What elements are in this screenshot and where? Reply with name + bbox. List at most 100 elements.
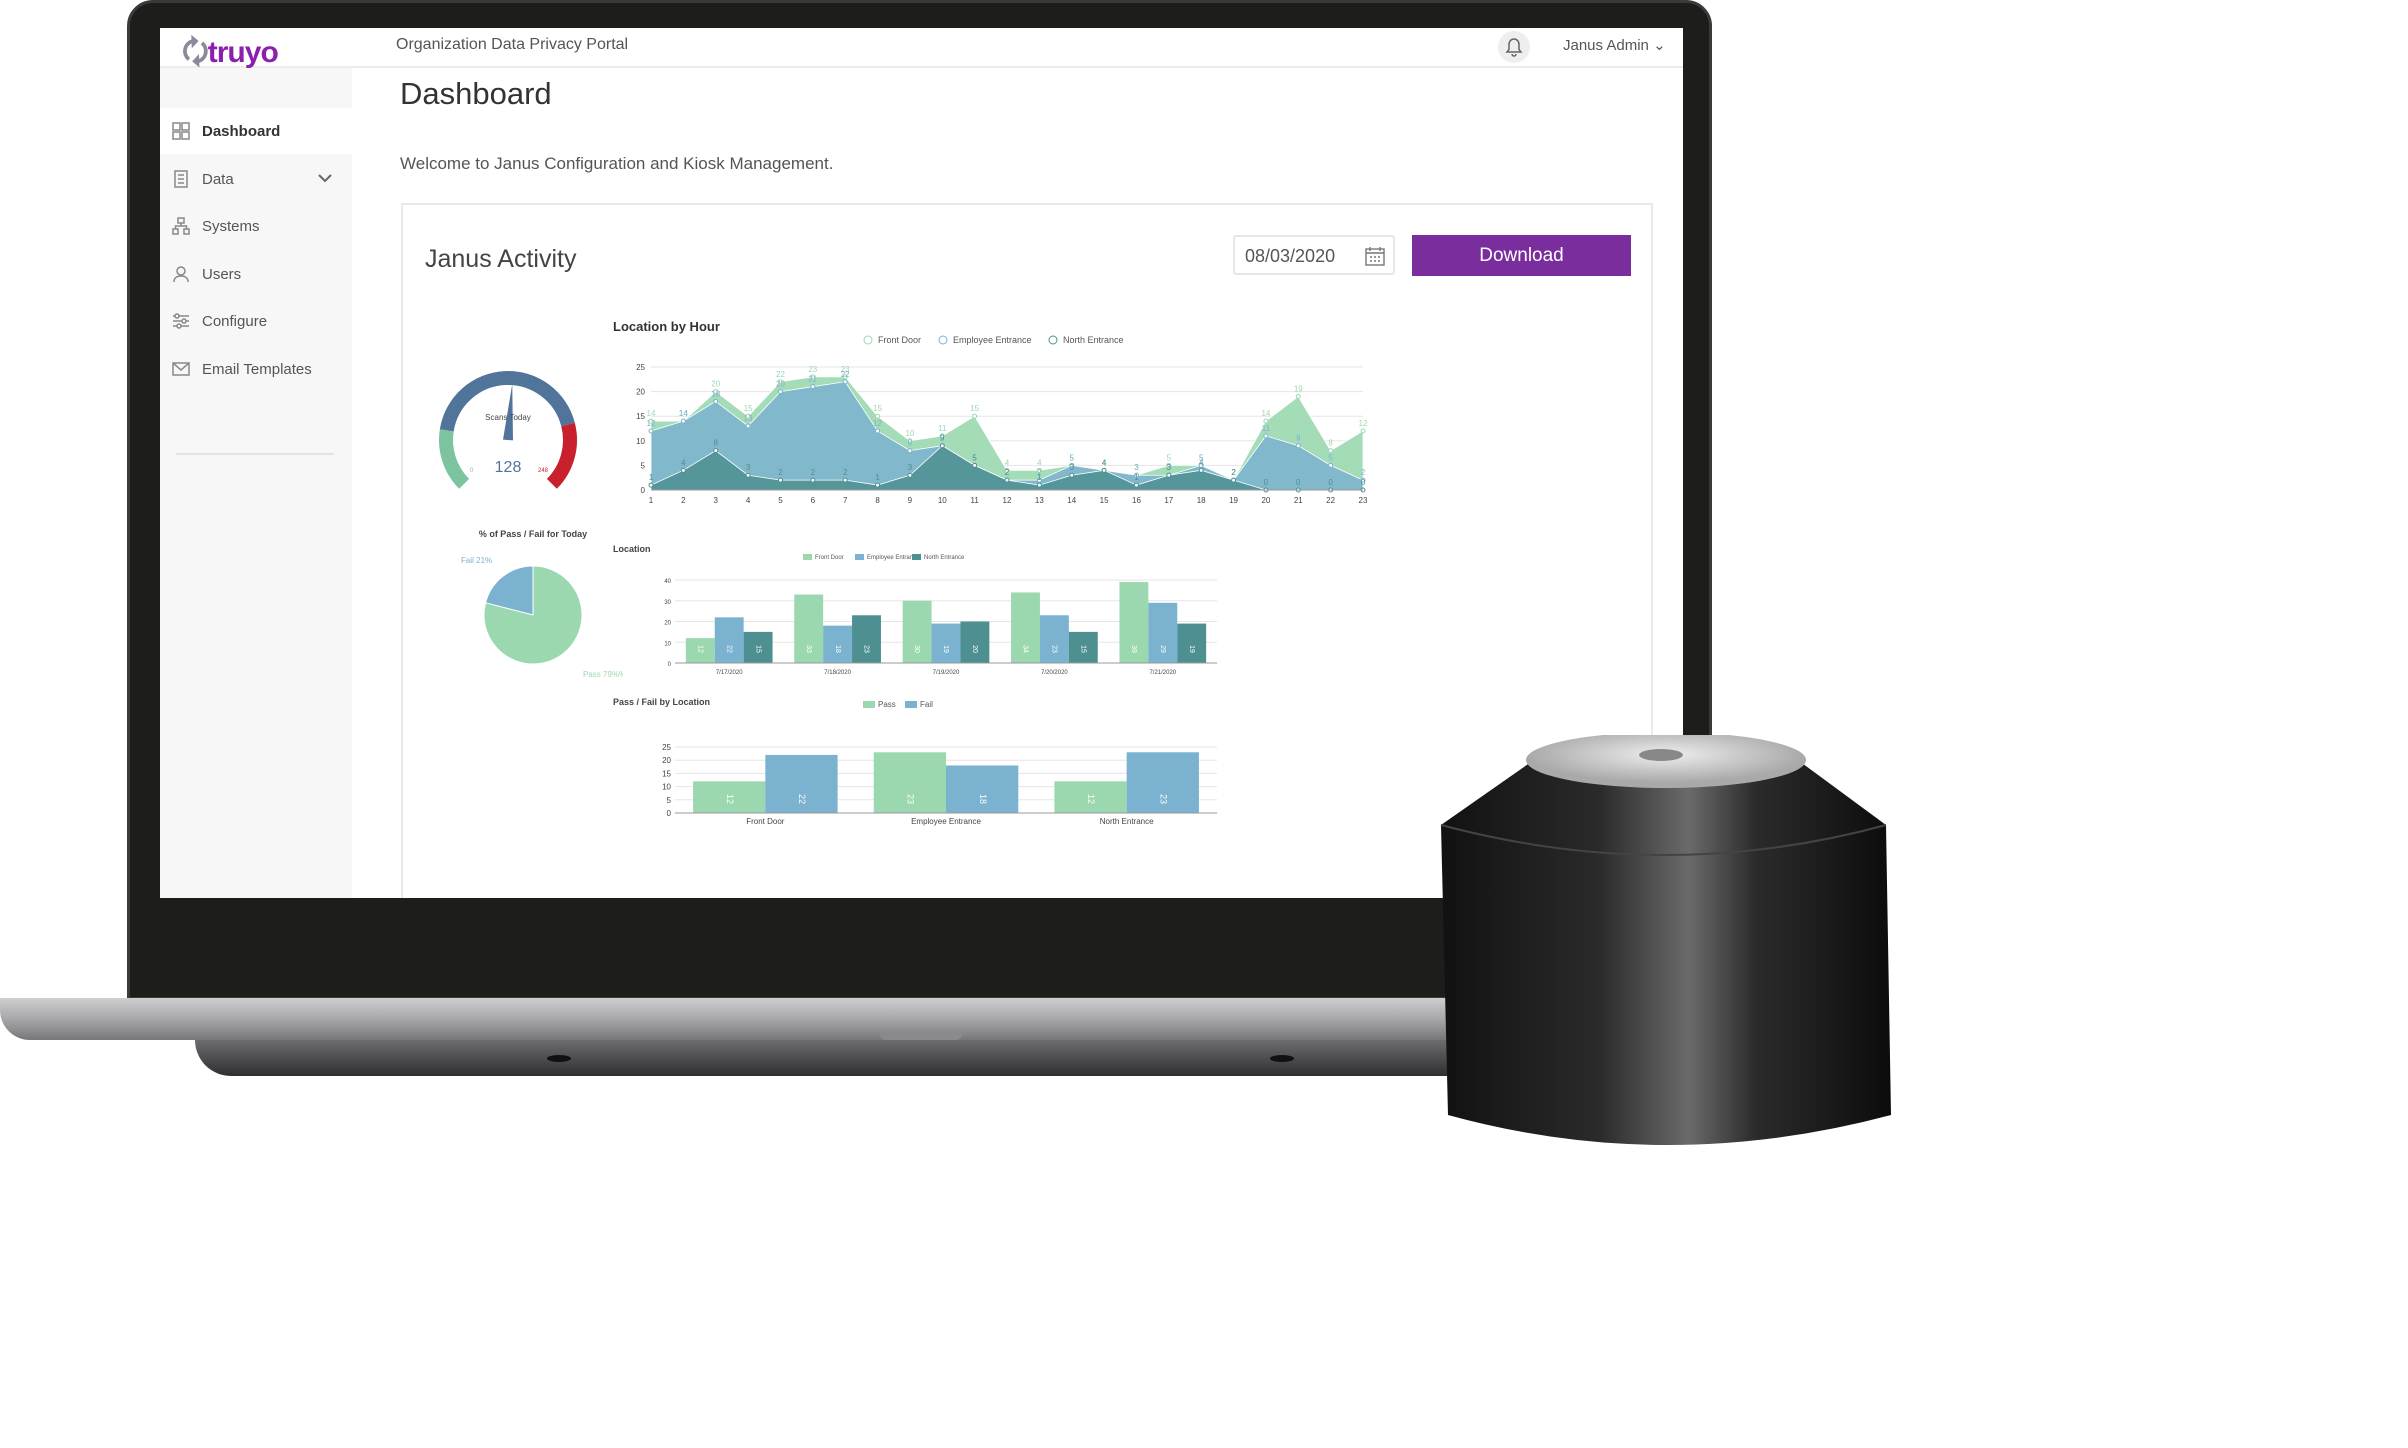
y-tick-label: 0 xyxy=(667,809,672,818)
x-tick-label: 7/17/2020 xyxy=(716,670,743,676)
bar-value-label: 19 xyxy=(1188,645,1195,653)
grid-icon xyxy=(172,122,190,140)
bar xyxy=(1039,615,1069,663)
y-tick-label: 5 xyxy=(667,796,672,805)
x-tick-label: 11 xyxy=(970,496,979,505)
laptop-foot xyxy=(1270,1055,1294,1062)
data-label: 2 xyxy=(778,468,783,477)
x-tick-label: 7 xyxy=(843,496,848,505)
data-point xyxy=(1263,418,1269,424)
data-label: 14 xyxy=(1261,409,1270,418)
data-label: 22 xyxy=(841,370,850,379)
bar-value-label: 22 xyxy=(797,794,807,804)
location-by-hour-chart: Location by Hour Front Door Employee Entra… xyxy=(613,319,1368,505)
date-value: 08/03/2020 xyxy=(1245,246,1336,266)
data-label: 3 xyxy=(746,463,751,472)
data-label: 4 xyxy=(1199,458,1204,467)
bar xyxy=(714,617,744,663)
bell-icon[interactable] xyxy=(1498,31,1530,63)
chart-title: Location xyxy=(613,544,651,554)
x-tick-label: North Entrance xyxy=(1100,817,1154,826)
x-tick-label: 2 xyxy=(681,496,686,505)
legend-label: Front Door xyxy=(815,555,844,561)
data-point xyxy=(1166,472,1172,478)
data-point xyxy=(939,443,945,449)
sidebar-item-systems[interactable]: Systems xyxy=(160,203,352,249)
data-point xyxy=(1328,448,1334,454)
x-tick-label: 12 xyxy=(1003,496,1012,505)
data-label: 0 xyxy=(1264,478,1269,487)
data-point xyxy=(1101,467,1107,473)
data-point xyxy=(810,477,816,483)
data-point xyxy=(648,428,654,434)
data-label: 15 xyxy=(970,404,979,413)
legend-marker xyxy=(863,335,873,345)
x-tick-label: 15 xyxy=(1100,496,1109,505)
chevron-down-icon[interactable] xyxy=(318,170,332,187)
legend-label: Fail xyxy=(920,700,933,709)
legend-marker xyxy=(938,335,948,345)
sidebar-item-data[interactable]: Data xyxy=(160,156,352,202)
data-label: 2 xyxy=(811,468,816,477)
x-tick-label: Employee Entrance xyxy=(911,817,981,826)
sidebar-item-configure[interactable]: Configure xyxy=(160,298,352,344)
y-tick-label: 15 xyxy=(662,769,671,778)
bar xyxy=(765,754,838,813)
data-label: 11 xyxy=(938,424,947,433)
legend-swatch xyxy=(905,701,917,708)
sidebar-item-email-templates[interactable]: Email Templates xyxy=(160,346,352,392)
data-point xyxy=(713,448,719,454)
legend-label: Employee Entrance xyxy=(953,335,1032,345)
date-input[interactable]: 08/03/2020 xyxy=(1233,235,1395,275)
sidebar-item-users[interactable]: Users xyxy=(160,251,352,297)
data-label: 1 xyxy=(1134,473,1139,482)
data-point xyxy=(972,413,978,419)
y-tick-label: 0 xyxy=(641,486,646,495)
data-label: 0 xyxy=(1361,478,1366,487)
data-point xyxy=(680,418,686,424)
data-point xyxy=(1004,477,1010,483)
x-tick-label: 10 xyxy=(938,496,947,505)
y-tick-label: 0 xyxy=(668,662,672,668)
page-title: Dashboard xyxy=(400,76,552,111)
data-label: 8 xyxy=(714,439,719,448)
x-tick-label: 4 xyxy=(746,496,751,505)
x-tick-label: 3 xyxy=(714,496,719,505)
document-icon xyxy=(172,170,190,188)
data-label: 15 xyxy=(873,404,882,413)
sidebar-item-label: Email Templates xyxy=(202,360,312,378)
data-label: 3 xyxy=(908,463,913,472)
pie-label-fail: Fail 21% xyxy=(461,556,492,565)
calendar-icon[interactable] xyxy=(1365,246,1385,271)
data-label: 0 xyxy=(1328,478,1333,487)
y-tick-label: 25 xyxy=(662,743,671,752)
legend-swatch xyxy=(863,701,875,708)
data-point xyxy=(648,482,654,488)
data-point xyxy=(1069,472,1075,478)
data-label: 1 xyxy=(649,473,654,482)
y-tick-label: 20 xyxy=(636,388,645,397)
download-button[interactable]: Download xyxy=(1412,235,1631,276)
chart-title: Location by Hour xyxy=(613,319,720,334)
data-label: 0 xyxy=(1296,478,1301,487)
top-bar: 🗘truyo Organization Data Privacy Portal … xyxy=(160,28,1683,69)
x-tick-label: 7/18/2020 xyxy=(824,670,851,676)
x-tick-label: 19 xyxy=(1229,496,1238,505)
data-point xyxy=(907,448,913,454)
x-tick-label: 5 xyxy=(778,496,783,505)
data-label: 1 xyxy=(1037,473,1042,482)
x-tick-label: 1 xyxy=(649,496,654,505)
data-point xyxy=(1328,462,1334,468)
data-point xyxy=(1263,433,1269,439)
bar-value-label: 15 xyxy=(754,645,761,653)
data-label: 5 xyxy=(1328,453,1333,462)
gauge-band-low xyxy=(439,429,470,489)
sidebar-item-label: Users xyxy=(202,265,242,283)
user-menu[interactable]: Janus Admin ⌄ xyxy=(1563,36,1666,54)
laptop-bottom xyxy=(195,1040,1495,1076)
pass-fail-pie-chart: % of Pass / Fail for TodayFail 21%Pass 7… xyxy=(461,529,623,679)
data-label: 15 xyxy=(744,404,753,413)
sidebar-item-dashboard[interactable]: Dashboard xyxy=(160,108,352,154)
bar-value-label: 12 xyxy=(696,645,703,653)
data-label: 22 xyxy=(776,370,785,379)
